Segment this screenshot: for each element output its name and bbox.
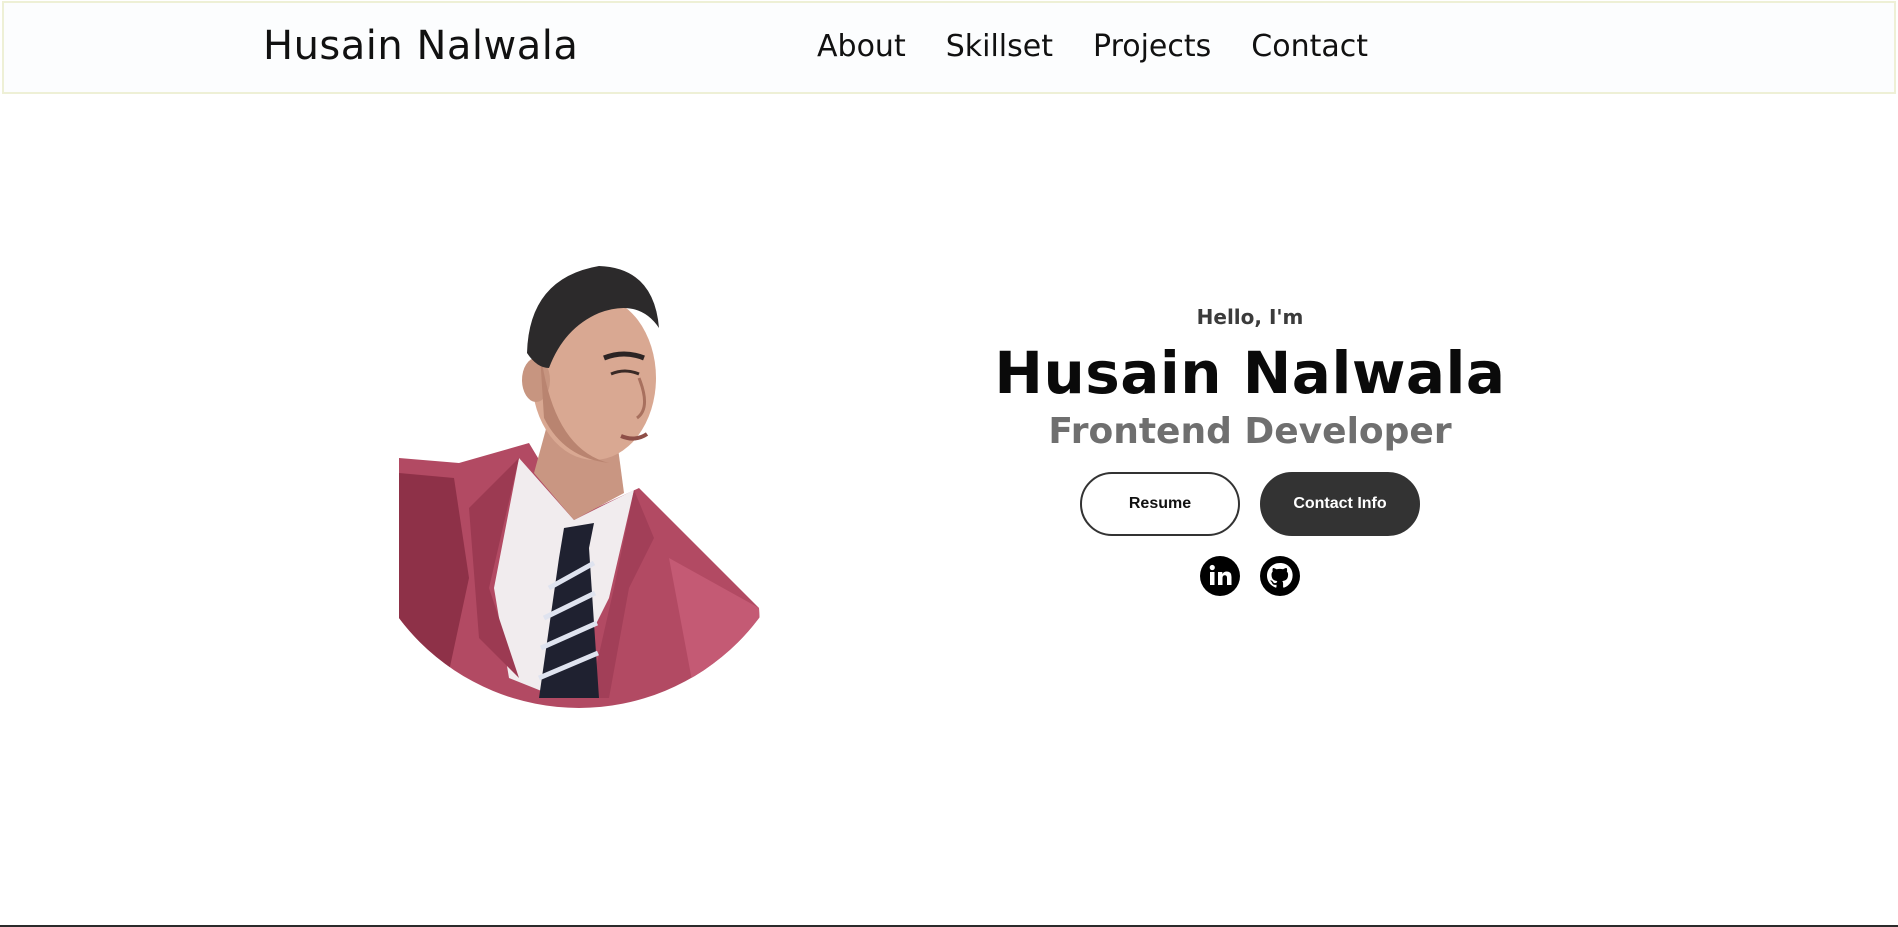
hero-buttons: Resume Contact Info xyxy=(980,471,1520,536)
hero-text: Hello, I'm Husain Nalwala Frontend Devel… xyxy=(980,305,1520,596)
github-icon[interactable] xyxy=(1260,555,1300,596)
nav-link-skillset[interactable]: Skillset xyxy=(946,29,1053,64)
profile-picture xyxy=(399,266,764,708)
resume-button[interactable]: Resume xyxy=(1080,471,1240,536)
nav-link-about[interactable]: About xyxy=(817,29,906,64)
greeting-text: Hello, I'm xyxy=(1196,305,1304,329)
nav-link-projects[interactable]: Projects xyxy=(1093,29,1211,64)
hero-role: Frontend Developer xyxy=(1048,410,1452,452)
brand-logo-text[interactable]: Husain Nalwala xyxy=(263,23,578,69)
contact-info-button[interactable]: Contact Info xyxy=(1260,471,1420,536)
linkedin-icon[interactable] xyxy=(1200,555,1240,596)
hero-name: Husain Nalwala xyxy=(994,339,1506,407)
nav-link-contact[interactable]: Contact xyxy=(1251,29,1368,64)
social-links xyxy=(980,555,1520,596)
nav-links: About Skillset Projects Contact xyxy=(817,29,1368,64)
navbar: Husain Nalwala About Skillset Projects C… xyxy=(2,1,1896,94)
